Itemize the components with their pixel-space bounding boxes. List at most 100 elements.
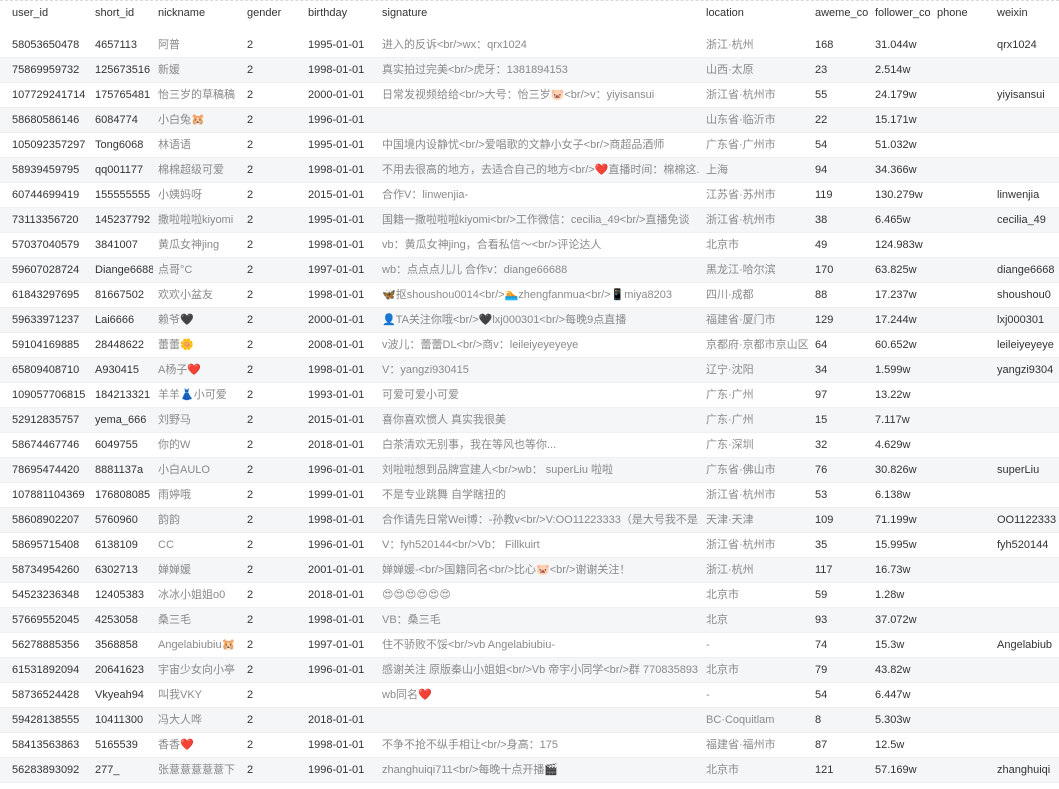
cell-user-id: 107881104369: [12, 489, 85, 501]
cell-signature: 🦋抠shoushou0014<br/>🏊zhengfanmua<br/>📱miy…: [382, 289, 672, 301]
cell-birthday: 1999-01-01: [308, 489, 365, 501]
cell-user-id: 59633971237: [12, 314, 80, 326]
cell-phone: [937, 408, 992, 433]
cell-aweme-count: 109: [815, 514, 834, 526]
cell-birthday: 1998-01-01: [308, 364, 365, 376]
cell-location: 上海: [706, 164, 728, 176]
cell-signature: 婵婵媛-<br/>国籍同名<br/>比心🐷<br/>谢谢关注！: [382, 564, 631, 576]
table-row[interactable]: 105092357297 Tong6068 林语语 2 1995-01-01 中国境内设静…: [0, 133, 1059, 158]
cell-gender: 2: [247, 264, 254, 276]
cell-gender: 2: [247, 564, 254, 576]
table-row[interactable]: 54523236348 12405383 冰冰小姐姐o0 2 2018-01-01 😍😍😍…: [0, 583, 1059, 608]
table-row[interactable]: 58674467746 6049755 你的W 2 2018-01-01 白茶清欢无别事，…: [0, 433, 1059, 458]
cell-weixin: [997, 608, 1057, 633]
cell-phone: [937, 733, 992, 758]
cell-birthday: 1997-01-01: [308, 639, 365, 651]
cell-user-id: 65809408710: [12, 364, 80, 376]
cell-weixin: [997, 233, 1057, 258]
cell-follower-count: 7.117w: [875, 414, 910, 426]
cell-user-id: 75869959732: [12, 64, 80, 76]
cell-aweme-count: 59: [815, 589, 828, 601]
cell-user-id: 58413563863: [12, 739, 80, 751]
table-row[interactable]: 59633971237 Lai6666 赖爷🖤 2 2000-01-01 👤TA关注你哦<…: [0, 308, 1059, 333]
column-header-birthday[interactable]: birthday: [308, 1, 378, 26]
column-header-location[interactable]: location: [706, 1, 810, 26]
table-row[interactable]: 59104169885 28448622 蕾蕾🌼 2 2008-01-01 v波儿：蕾蕾D…: [0, 333, 1059, 358]
table-row[interactable]: 59428138555 10411300 冯大人哗 2 2018-01-01 BC·Coq…: [0, 708, 1059, 733]
cell-birthday: 1996-01-01: [308, 764, 365, 776]
table-row[interactable]: 52912835757 yema_666 刘野马 2 2015-01-01 喜你喜欢惯人 …: [0, 408, 1059, 433]
cell-location: 京都府·京都市京山区: [706, 339, 809, 351]
table-row[interactable]: 58734954260 6302713 婵婵媛 2 2001-01-01 婵婵媛-<br/…: [0, 558, 1059, 583]
table-row[interactable]: 61531892094 20641623 宇宙少女向小亭 2 1996-01-01 感谢关…: [0, 658, 1059, 683]
column-header-aweme-count[interactable]: aweme_co: [815, 1, 869, 26]
column-header-short-id[interactable]: short_id: [95, 1, 153, 26]
column-header-follower-count[interactable]: follower_co: [875, 1, 934, 26]
cell-phone: [937, 183, 992, 208]
cell-phone: [937, 683, 992, 708]
cell-short-id: 20641623: [95, 664, 144, 676]
table-row[interactable]: 58053650478 4657113 阿普 2 1995-01-01 进入的反诉<br/…: [0, 33, 1059, 58]
column-header-gender[interactable]: gender: [247, 1, 302, 26]
table-row[interactable]: 65809408710 A930415 A杨子❤️ 2 1998-01-01 V：yang…: [0, 358, 1059, 383]
cell-user-id: 78695474420: [12, 464, 80, 476]
table-row[interactable]: 107881104369 176808085 雨婷哦 2 1999-01-01 不是专业跳…: [0, 483, 1059, 508]
cell-signature: 住不骄败不馁<br/>vb Angelabiubiu-: [382, 639, 556, 651]
cell-signature: 合作V：linwenjia-: [382, 189, 469, 201]
cell-phone: [937, 83, 992, 108]
cell-signature: zhanghuiqi711<br/>每晚十点开播🎬: [382, 764, 559, 776]
table-row[interactable]: 58413563863 5165539 香香❤️ 2 1998-01-01 不争不抢不纵手…: [0, 733, 1059, 758]
cell-follower-count: 6.465w: [875, 214, 911, 226]
cell-weixin: diange6668: [997, 264, 1055, 276]
table-row[interactable]: 59607028724 Diange6688 点哥°C 2 1997-01-01 wb：点…: [0, 258, 1059, 283]
cell-short-id: Vkyeah94: [95, 689, 144, 701]
table-row[interactable]: 58608902207 5760960 韵韵 2 1998-01-01 合作请先日常Wei…: [0, 508, 1059, 533]
cell-birthday: 1998-01-01: [308, 739, 365, 751]
table-row[interactable]: 56283893092 277_ 张薏薏薏薏薏下 2 1996-01-01 zhanghu…: [0, 758, 1059, 783]
table-row[interactable]: 58680586146 6084774 小白兔🐹 2 1996-01-01 山东省·临沂市…: [0, 108, 1059, 133]
cell-gender: 2: [247, 39, 254, 51]
cell-gender: 2: [247, 189, 254, 201]
cell-aweme-count: 54: [815, 689, 828, 701]
table-row[interactable]: 109057706815 184213321 羊羊👗小可爱 2 1993-01-01 可爱…: [0, 383, 1059, 408]
table-row[interactable]: 57037040579 3841007 黄瓜女神jing 2 1998-01-01 vb：…: [0, 233, 1059, 258]
table-row[interactable]: 75869959732 125673516 新媛 2 1998-01-01 真实拍过完美<…: [0, 58, 1059, 83]
cell-user-id: 57669552045: [12, 614, 80, 626]
cell-aweme-count: 79: [815, 664, 828, 676]
cell-signature: 😍😍😍😍😍😍: [382, 589, 451, 601]
table-row[interactable]: 56278885356 3568858 Angelabiubiu🐹 2 1997-01-…: [0, 633, 1059, 658]
column-header-nickname[interactable]: nickname: [158, 1, 240, 26]
table-row[interactable]: 73113356720 145237792 撒啦啦啦kiyomi 2 1995-01-0…: [0, 208, 1059, 233]
cell-aweme-count: 129: [815, 314, 834, 326]
cell-nickname: Angelabiubiu🐹: [158, 639, 236, 651]
column-header-phone[interactable]: phone: [937, 1, 992, 26]
table-row[interactable]: 58939459795 qq001177 棉棉超级可爱 2 1998-01-01 不用去很…: [0, 158, 1059, 183]
cell-signature: 不是专业跳舞 自学瞎扭的: [382, 489, 507, 501]
cell-location: 北京: [706, 614, 728, 626]
cell-nickname: 点哥°C: [158, 264, 193, 276]
cell-user-id: 73113356720: [12, 214, 79, 226]
cell-short-id: 6138109: [95, 539, 138, 551]
column-header-weixin[interactable]: weixin: [997, 1, 1057, 26]
table-row[interactable]: 60744699419 155555555 小姨妈呀 2 2015-01-01 合作V：l…: [0, 183, 1059, 208]
column-header-user-id[interactable]: user_id: [12, 1, 92, 26]
cell-weixin: shoushou0: [997, 289, 1051, 301]
cell-birthday: 2000-01-01: [308, 89, 365, 101]
table-row[interactable]: 58695715408 6138109 CC 2 1996-01-01 V：fyh5201…: [0, 533, 1059, 558]
cell-user-id: 109057706815: [12, 389, 86, 401]
cell-follower-count: 4.629w: [875, 439, 911, 451]
cell-short-id: qq001177: [95, 164, 144, 176]
cell-nickname: 婵婵媛: [158, 564, 191, 576]
table-row[interactable]: 61843297695 81667502 欢欢小盆友 2 1998-01-01 🦋抠sho…: [0, 283, 1059, 308]
table-row[interactable]: 57669552045 4253058 桑三毛 2 1998-01-01 VB：桑三毛 北京…: [0, 608, 1059, 633]
cell-nickname: 黄瓜女神jing: [158, 239, 220, 251]
table-row[interactable]: 107729241714 175765481 怡三岁的草稿稿 2 2000-01-01 日…: [0, 83, 1059, 108]
cell-gender: 2: [247, 664, 254, 676]
table-row[interactable]: 78695474420 8881137a 小白AULO 2 1996-01-01 刘啦啦想…: [0, 458, 1059, 483]
cell-aweme-count: 22: [815, 114, 828, 126]
column-header-signature[interactable]: signature: [382, 1, 699, 26]
cell-nickname: 宇宙少女向小亭: [158, 664, 235, 676]
cell-phone: [937, 658, 992, 683]
table-row[interactable]: 58736524428 Vkyeah94 叫我VKY 2 wb同名❤️ - 54 6.447w: [0, 683, 1059, 708]
cell-user-id: 61531892094: [12, 664, 80, 676]
